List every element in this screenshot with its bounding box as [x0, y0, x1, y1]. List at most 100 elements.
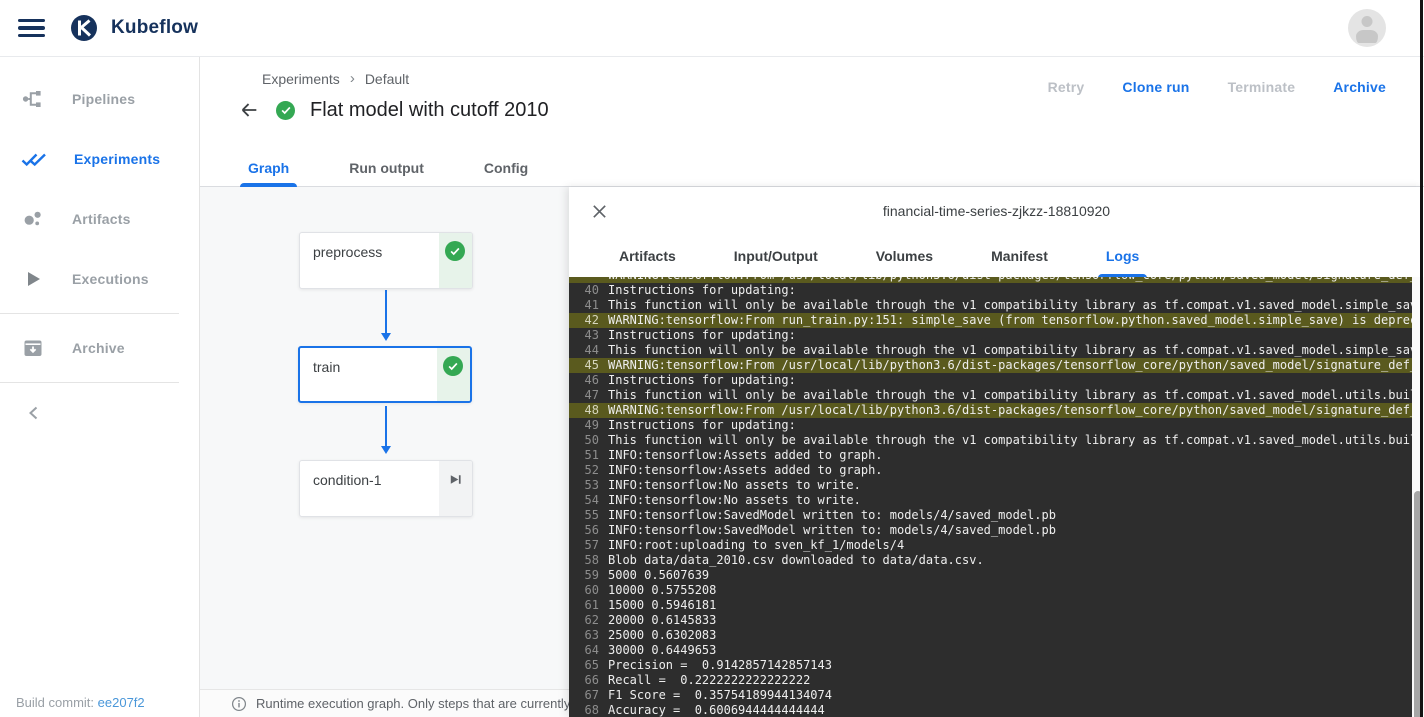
- log-line: 51INFO:tensorflow:Assets added to graph.: [569, 448, 1424, 463]
- run-title: Flat model with cutoff 2010: [310, 99, 549, 122]
- log-line: 40Instructions for updating:: [569, 283, 1424, 298]
- workarea: preprocess train condition-1: [200, 187, 1424, 717]
- log-line-text: Accuracy = 0.6006944444444444: [608, 703, 1424, 717]
- log-line-number: 60: [573, 583, 599, 598]
- kubeflow-app: Kubeflow Pipelines Experiments A: [0, 0, 1424, 717]
- run-tabs: Graph Run output Config: [200, 150, 1424, 187]
- archive-button[interactable]: Archive: [1333, 79, 1386, 95]
- user-avatar[interactable]: [1348, 9, 1386, 47]
- tab-artifacts[interactable]: Artifacts: [611, 235, 684, 277]
- log-line-text: 10000 0.5755208: [608, 583, 1424, 598]
- sidebar-collapse-button[interactable]: [0, 387, 199, 439]
- edge-preprocess-train: [385, 290, 387, 338]
- log-line-number: 57: [573, 538, 599, 553]
- back-arrow-button[interactable]: [237, 98, 261, 122]
- terminate-button[interactable]: Terminate: [1228, 79, 1296, 95]
- log-line: 50This function will only be available t…: [569, 433, 1424, 448]
- node-label: condition-1: [313, 472, 382, 488]
- sidebar-item-label: Pipelines: [72, 91, 135, 107]
- log-line-number: 66: [573, 673, 599, 688]
- archive-icon: [21, 336, 45, 360]
- log-line: 56INFO:tensorflow:SavedModel written to:…: [569, 523, 1424, 538]
- build-commit-link[interactable]: ee207f2: [98, 695, 145, 710]
- main-content: Experiments › Default Flat model with cu…: [200, 57, 1424, 717]
- log-line: 65Precision = 0.9142857142857143: [569, 658, 1424, 673]
- build-commit: Build commit: ee207f2: [16, 695, 145, 710]
- tab-run-output[interactable]: Run output: [341, 150, 432, 186]
- tab-logs[interactable]: Logs: [1098, 235, 1147, 277]
- sidebar-item-artifacts[interactable]: Artifacts: [0, 189, 199, 249]
- retry-button[interactable]: Retry: [1048, 79, 1085, 95]
- log-line: 54INFO:tensorflow:No assets to write.: [569, 493, 1424, 508]
- log-line-number: 50: [573, 433, 599, 448]
- clone-run-button[interactable]: Clone run: [1122, 79, 1189, 95]
- log-line: 61 15000 0.5946181: [569, 598, 1424, 613]
- chevron-left-icon: [24, 403, 44, 423]
- log-line-number: 59: [573, 568, 599, 583]
- sidebar-item-label: Executions: [72, 271, 149, 287]
- graph-node-condition[interactable]: condition-1: [299, 460, 473, 517]
- log-line: 59 5000 0.5607639: [569, 568, 1424, 583]
- sidebar-item-label: Archive: [72, 340, 125, 356]
- log-line-text: INFO:tensorflow:Assets added to graph.: [608, 463, 1424, 478]
- log-line: 41This function will only be available t…: [569, 298, 1424, 313]
- log-line-text: 15000 0.5946181: [608, 598, 1424, 613]
- breadcrumb-separator-icon: ›: [350, 70, 355, 87]
- breadcrumb-experiments[interactable]: Experiments: [262, 71, 340, 87]
- log-line-number: 61: [573, 598, 599, 613]
- log-line-number: 67: [573, 688, 599, 703]
- artifacts-icon: [21, 207, 45, 231]
- log-line: 47 This function will only be available t…: [569, 388, 1424, 403]
- pipelines-icon: [21, 87, 45, 111]
- log-line-text: Instructions for updating:: [608, 373, 1424, 388]
- node-success-status-icon: [445, 241, 465, 261]
- log-line: 53INFO:tensorflow:No assets to write.: [569, 478, 1424, 493]
- sidebar-item-executions[interactable]: Executions: [0, 249, 199, 309]
- log-line-text: WARNING:tensorflow:From /usr/local/lib/p…: [608, 403, 1424, 418]
- log-line-text: WARNING:tensorflow:From run_train.py:151…: [608, 313, 1424, 328]
- log-line-text: This function will only be available thr…: [608, 388, 1424, 403]
- kubeflow-logo-icon[interactable]: [69, 13, 99, 43]
- tab-input-output[interactable]: Input/Output: [726, 235, 826, 277]
- log-line-text: 5000 0.5607639: [608, 568, 1424, 583]
- sidebar-item-archive[interactable]: Archive: [0, 318, 199, 378]
- log-line: 6430000 0.6449653: [569, 643, 1424, 658]
- log-viewer[interactable]: WARNING:tensorflow:From /usr/local/lib/p…: [569, 277, 1424, 717]
- graph-node-train-selected[interactable]: train: [298, 346, 472, 403]
- log-line-text: 30000 0.6449653: [608, 643, 1424, 658]
- log-line: 6325000 0.6302083: [569, 628, 1424, 643]
- log-line: 60 10000 0.5755208: [569, 583, 1424, 598]
- tab-graph[interactable]: Graph: [240, 150, 297, 186]
- log-line-number: 62: [573, 613, 599, 628]
- log-line: 43Instructions for updating:: [569, 328, 1424, 343]
- sidebar-divider: [0, 313, 179, 314]
- log-line-text: Recall = 0.2222222222222222: [608, 673, 1424, 688]
- log-line: 48WARNING:tensorflow:From /usr/local/lib…: [569, 403, 1424, 418]
- log-line-text: Blob data/data_2010.csv downloaded to da…: [608, 553, 1424, 568]
- log-line: 62 20000 0.6145833: [569, 613, 1424, 628]
- tab-config[interactable]: Config: [476, 150, 536, 186]
- log-line-number: 56: [573, 523, 599, 538]
- tab-volumes[interactable]: Volumes: [868, 235, 941, 277]
- sidebar-item-label: Artifacts: [72, 211, 131, 227]
- log-line-text: INFO:tensorflow:No assets to write.: [608, 478, 1424, 493]
- log-line-number: 68: [573, 703, 599, 717]
- sidebar-item-pipelines[interactable]: Pipelines: [0, 69, 199, 129]
- log-line-number: 43: [573, 328, 599, 343]
- log-line: 44This function will only be available t…: [569, 343, 1424, 358]
- tab-manifest[interactable]: Manifest: [983, 235, 1056, 277]
- breadcrumb-default[interactable]: Default: [365, 71, 409, 87]
- log-line: 55INFO:tensorflow:SavedModel written to:…: [569, 508, 1424, 523]
- avatar-person-icon: [1362, 16, 1373, 27]
- log-line: 42WARNING:tensorflow:From run_train.py:1…: [569, 313, 1424, 328]
- log-line-number: 40: [573, 283, 599, 298]
- sidebar-item-experiments[interactable]: Experiments: [0, 129, 199, 189]
- close-icon[interactable]: [588, 200, 610, 222]
- log-line-text: 20000 0.6145833: [608, 613, 1424, 628]
- page-header: Experiments › Default Flat model with cu…: [200, 57, 1424, 150]
- log-line-text: Instructions for updating:: [608, 418, 1424, 433]
- hamburger-menu-icon[interactable]: [18, 19, 45, 37]
- log-line-number: 47: [573, 388, 599, 403]
- log-line: 46Instructions for updating:: [569, 373, 1424, 388]
- graph-node-preprocess[interactable]: preprocess: [299, 232, 473, 289]
